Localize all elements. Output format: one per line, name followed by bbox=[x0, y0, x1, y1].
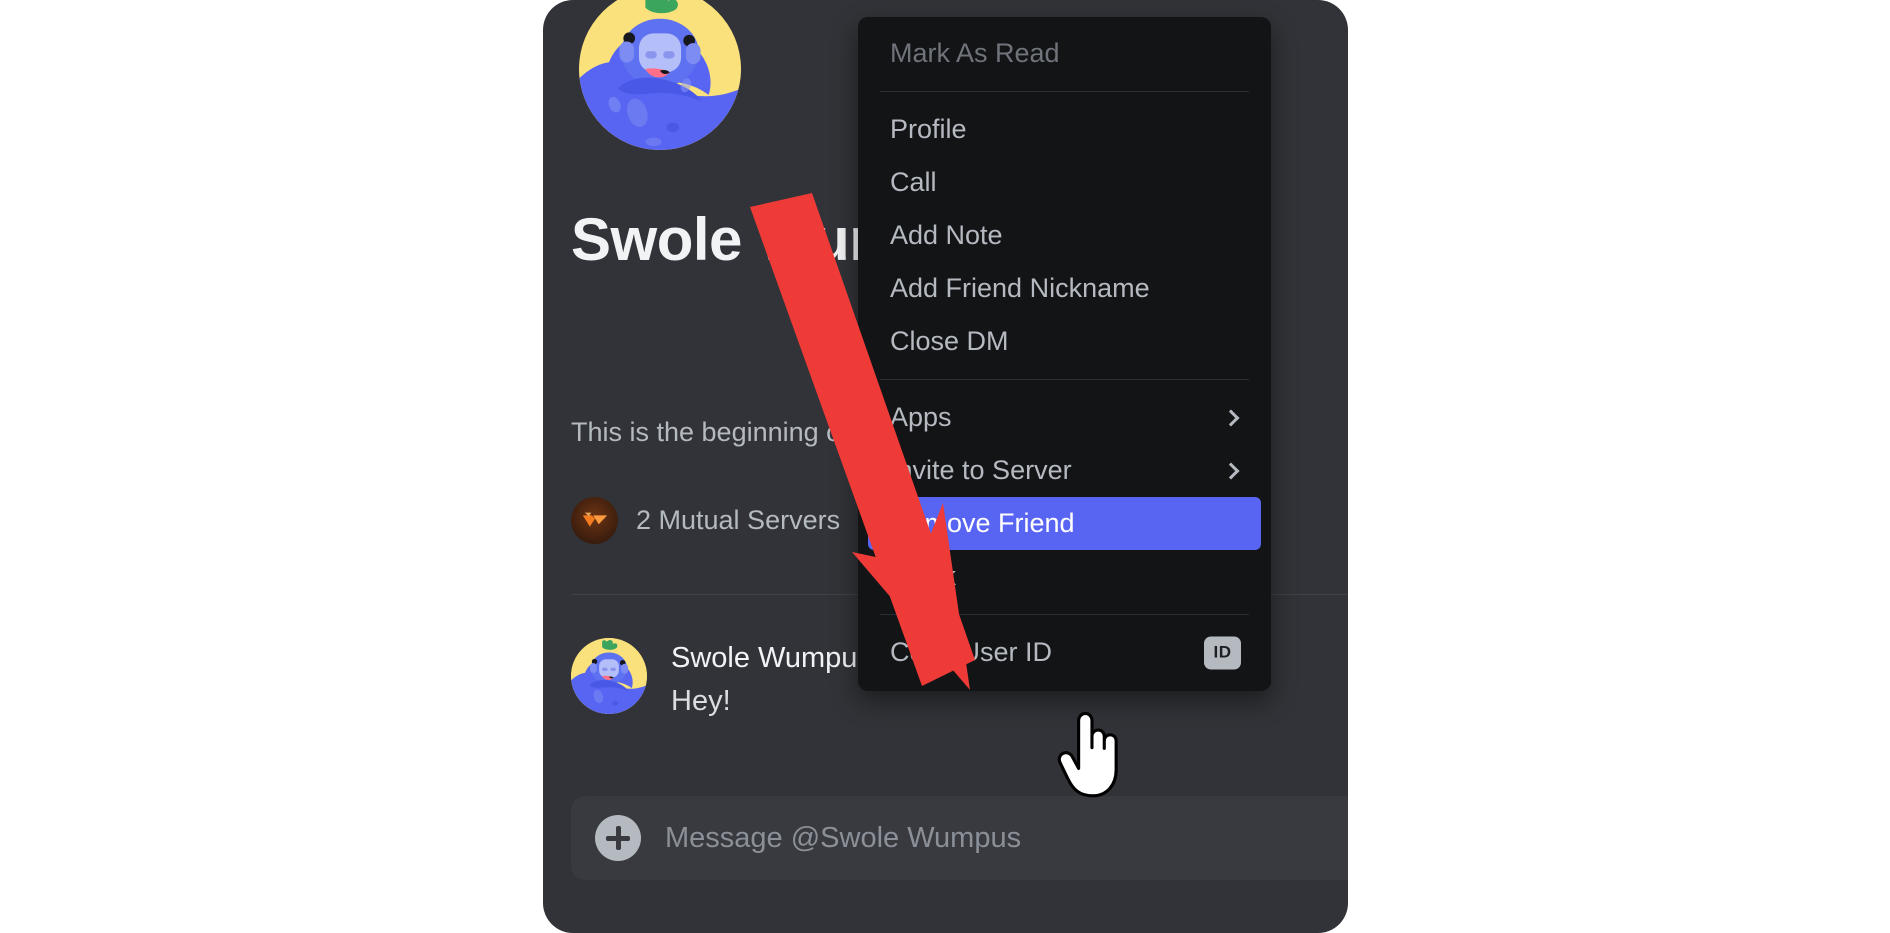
menu-item-block[interactable]: Block bbox=[868, 550, 1261, 603]
menu-item-invite-to-server[interactable]: Invite to Server bbox=[868, 444, 1261, 497]
menu-item-remove-friend[interactable]: Remove Friend bbox=[868, 497, 1261, 550]
menu-item-label: Apps bbox=[890, 402, 952, 432]
menu-item-copy-user-id[interactable]: Copy User ID ID bbox=[868, 626, 1261, 679]
menu-separator bbox=[880, 379, 1249, 380]
screenshot-root: Swole Wumpus This is the beginning of yo… bbox=[0, 0, 1890, 933]
message-text: Hey! bbox=[671, 685, 731, 718]
menu-item-label: Invite to Server bbox=[890, 455, 1072, 485]
menu-item-close-dm[interactable]: Close DM bbox=[868, 315, 1261, 368]
menu-item-label: Block bbox=[890, 561, 957, 591]
chevron-right-icon bbox=[1222, 409, 1240, 426]
menu-item-add-note[interactable]: Add Note bbox=[868, 209, 1261, 262]
mutual-server-icon[interactable] bbox=[571, 497, 618, 544]
message-input-placeholder[interactable]: Message @Swole Wumpus bbox=[665, 822, 1021, 855]
message-composer[interactable]: Message @Swole Wumpus bbox=[571, 796, 1348, 880]
chevron-right-icon bbox=[1222, 462, 1240, 479]
menu-item-mark-as-read[interactable]: Mark As Read bbox=[868, 27, 1261, 80]
mutual-servers-label: 2 Mutual Servers bbox=[636, 505, 841, 535]
menu-item-call[interactable]: Call bbox=[868, 156, 1261, 209]
menu-item-label: Mark As Read bbox=[890, 38, 1060, 68]
mutual-servers-row[interactable]: 2 Mutual Servers bbox=[571, 497, 840, 544]
menu-item-profile[interactable]: Profile bbox=[868, 103, 1261, 156]
menu-item-label: Close DM bbox=[890, 326, 1009, 356]
message-author-name: Swole Wumpus bbox=[671, 642, 872, 674]
menu-item-label: Profile bbox=[890, 114, 967, 144]
menu-separator bbox=[880, 614, 1249, 615]
user-context-menu[interactable]: Mark As Read Profile Call Add Note Add F… bbox=[858, 17, 1271, 691]
menu-item-label: Remove Friend bbox=[890, 508, 1075, 538]
menu-item-label: Add Note bbox=[890, 220, 1003, 250]
message-author-avatar[interactable] bbox=[571, 638, 647, 714]
id-badge-icon: ID bbox=[1204, 636, 1241, 669]
profile-avatar[interactable] bbox=[579, 0, 741, 150]
menu-item-label: Add Friend Nickname bbox=[890, 273, 1150, 303]
plus-icon[interactable] bbox=[595, 815, 641, 861]
menu-item-apps[interactable]: Apps bbox=[868, 391, 1261, 444]
menu-separator bbox=[880, 91, 1249, 92]
message-row: Swole Wumpus Hey! bbox=[571, 638, 872, 720]
menu-item-label: Copy User ID bbox=[890, 637, 1053, 667]
menu-item-label: Call bbox=[890, 167, 937, 197]
message-body: Swole Wumpus Hey! bbox=[671, 638, 872, 720]
menu-item-add-friend-nickname[interactable]: Add Friend Nickname bbox=[868, 262, 1261, 315]
